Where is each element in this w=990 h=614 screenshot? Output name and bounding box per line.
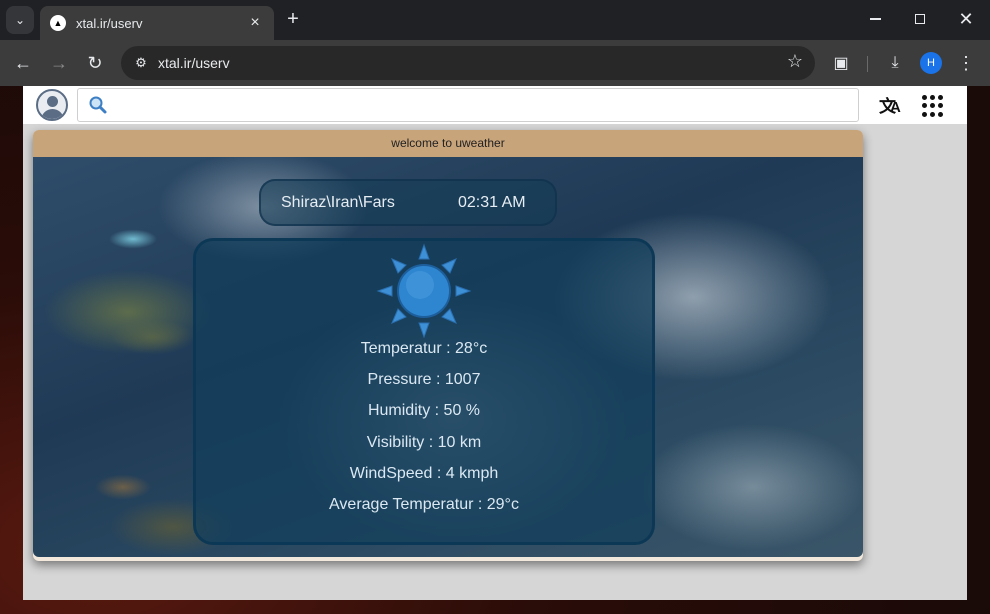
extensions-icon[interactable]: ▣ [827,49,855,77]
close-window-button[interactable]: ✕ [944,4,988,34]
weather-info-panel: Temperatur : 28°c Pressure : 1007 Humidi… [193,238,655,545]
minimize-button[interactable] [853,4,897,34]
tab-search-button[interactable]: ⌄ [6,6,34,34]
visibility-stat: Visibility : 10 km [366,434,482,451]
site-info-icon[interactable]: ⚙ [129,51,153,75]
maximize-icon [915,14,925,24]
temperature-stat: Temperatur : 28°c [360,340,488,357]
favicon-icon: ▲ [50,15,66,31]
humidity-stat: Humidity : 50 % [367,402,481,419]
windspeed-stat: WindSpeed : 4 kmph [349,465,499,482]
avatar-head [47,96,58,107]
satellite-background: Shiraz\Iran\Fars 02:31 AM Temperatur: 2… [33,157,863,557]
search-input[interactable] [114,94,844,116]
chevron-down-icon: ⌄ [14,13,26,27]
web-page: 文A welcome to uweather Shiraz\Iran\Fars … [23,86,967,600]
more-menu-icon[interactable]: ⋮ [952,49,980,77]
url-text[interactable]: xtal.ir/userv [158,55,230,71]
tab-title: xtal.ir/userv [76,15,143,31]
time-text: 02:31 AM [458,194,526,211]
location-text: Shiraz\Iran\Fars [281,194,395,211]
toolbar-divider [867,56,868,72]
search-box[interactable] [77,88,859,122]
reload-button[interactable]: ↻ [81,49,109,77]
location-panel: Shiraz\Iran\Fars 02:31 AM [259,179,557,226]
user-avatar[interactable] [36,89,68,121]
avg-temperature-stat: Average Temperatur : 29°c [329,496,519,513]
bookmark-star-icon[interactable]: ☆ [787,51,803,72]
close-tab-icon[interactable]: × [246,14,264,32]
maximize-button[interactable] [898,4,942,34]
minimize-icon [869,18,881,20]
search-icon [89,96,107,114]
browser-toolbar: ← → ↻ ⚙ xtal.ir/userv ☆ ▣ ⤓ H ⋮ [0,40,990,86]
browser-tab[interactable]: ▲ xtal.ir/userv × [40,6,274,40]
address-bar[interactable]: ⚙ xtal.ir/userv ☆ [121,46,815,80]
translate-icon[interactable]: 文A [879,92,905,118]
download-icon[interactable]: ⤓ [881,49,909,77]
site-header: 文A [23,86,967,124]
welcome-banner: welcome to uweather [33,130,863,157]
sun-icon [376,243,472,339]
avatar-body [41,109,64,119]
profile-avatar[interactable]: H [920,52,942,74]
weather-card: welcome to uweather Shiraz\Iran\Fars 02:… [33,130,863,561]
new-tab-button[interactable]: + [282,8,304,30]
pressure-stat: Pressure : 1007 [367,371,481,388]
forward-button[interactable]: → [45,49,73,77]
back-button[interactable]: ← [9,49,37,77]
apps-grid-icon[interactable] [922,95,944,117]
browser-titlebar: ⌄ ▲ xtal.ir/userv × + ✕ [0,0,990,40]
